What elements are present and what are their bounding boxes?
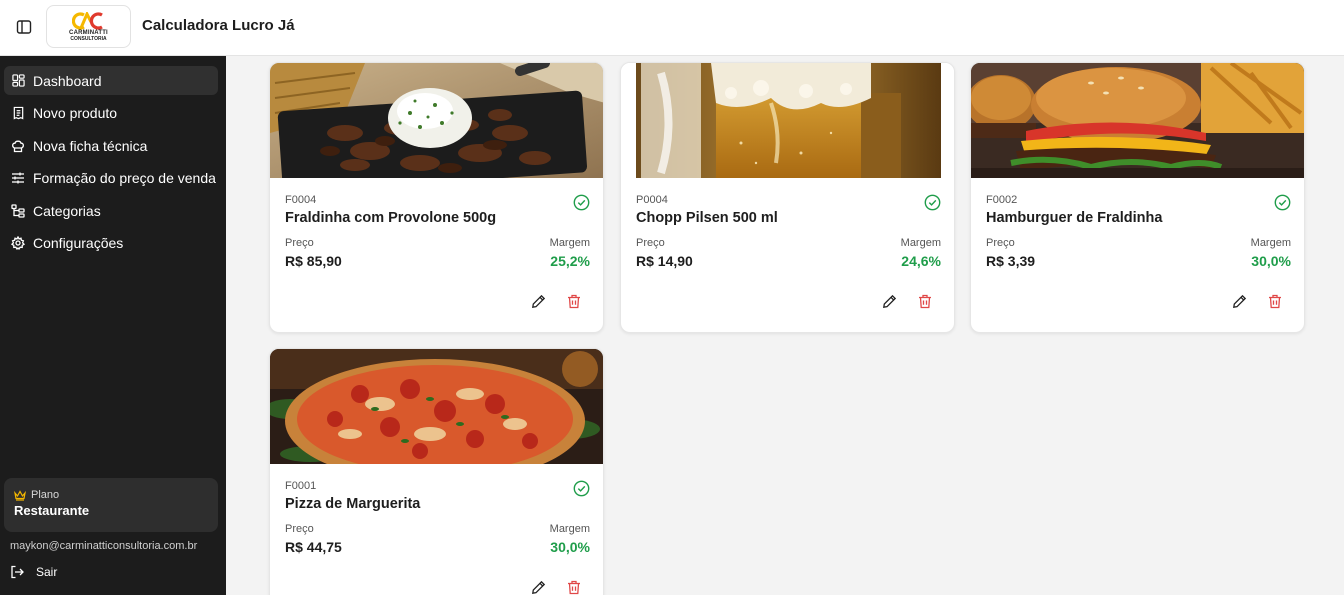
product-name: Fraldinha com Provolone 500g <box>285 210 497 226</box>
pencil-icon <box>882 294 896 308</box>
trash-icon <box>1269 294 1281 308</box>
product-image-hamburguer <box>971 63 1304 178</box>
product-image-chopp <box>621 63 954 178</box>
logout-icon <box>11 565 24 579</box>
product-code: F0002 <box>986 194 1018 206</box>
check-circle-icon <box>573 480 590 497</box>
product-card[interactable]: F0001 Pizza de Marguerita Preço R$ 44,75… <box>269 348 604 595</box>
pencil-icon <box>531 580 545 594</box>
product-code: F0001 <box>285 480 317 492</box>
sidebar-item-label: Configurações <box>33 235 124 251</box>
sidebar-nav: Dashboard Novo produto Nova ficha técnic… <box>4 66 218 261</box>
brand-logo[interactable]: CARMINATTI CONSULTORIA <box>46 5 131 48</box>
chef-hat-icon <box>11 139 25 153</box>
user-email: maykon@carminatticonsultoria.com.br <box>10 540 198 552</box>
logo-subtext: CONSULTORIA <box>70 35 107 42</box>
product-image-pizza <box>270 349 603 464</box>
pencil-icon <box>531 294 545 308</box>
price-label: Preço <box>285 237 314 249</box>
margin-value: 25,2% <box>550 253 590 269</box>
logo-mark-icon <box>71 11 103 30</box>
sidebar-item-label: Categorias <box>33 202 101 219</box>
price-value: R$ 3,39 <box>986 253 1036 269</box>
trash-icon <box>568 294 580 308</box>
pencil-icon <box>1232 294 1246 308</box>
check-circle-icon <box>1274 194 1291 211</box>
price-label: Preço <box>986 237 1015 249</box>
margin-value: 24,6% <box>901 253 941 269</box>
product-code: P0004 <box>636 194 668 206</box>
price-label: Preço <box>285 523 314 535</box>
logout-label: Sair <box>36 565 58 579</box>
sidebar-item-nova-ficha-tecnica[interactable]: Nova ficha técnica <box>4 131 218 160</box>
check-circle-icon <box>924 194 941 211</box>
margin-label: Margem <box>900 237 941 249</box>
edit-button[interactable] <box>529 292 547 310</box>
plan-label: Plano <box>31 489 60 501</box>
delete-button[interactable] <box>1266 292 1284 310</box>
trash-icon <box>568 580 580 594</box>
sidebar-item-configuracoes[interactable]: Configurações <box>4 229 218 258</box>
product-code: F0004 <box>285 194 317 206</box>
price-value: R$ 85,90 <box>285 253 342 269</box>
crown-icon <box>14 489 26 501</box>
product-name: Hamburguer de Fraldinha <box>986 210 1163 226</box>
tree-icon <box>11 203 25 218</box>
receipt-icon <box>11 106 25 120</box>
sidebar-toggle-icon <box>16 20 32 34</box>
sliders-icon <box>11 171 25 185</box>
product-card[interactable]: F0004 Fraldinha com Provolone 500g Preço… <box>269 62 604 333</box>
sidebar-item-dashboard[interactable]: Dashboard <box>4 66 218 95</box>
price-value: R$ 44,75 <box>285 539 342 555</box>
margin-value: 30,0% <box>1251 253 1291 269</box>
delete-button[interactable] <box>916 292 934 310</box>
sidebar-toggle-button[interactable] <box>12 15 36 39</box>
price-value: R$ 14,90 <box>636 253 693 269</box>
trash-icon <box>919 294 931 308</box>
margin-value: 30,0% <box>550 539 590 555</box>
sidebar-item-label: Dashboard <box>33 72 102 89</box>
edit-button[interactable] <box>529 578 547 595</box>
sidebar: Dashboard Novo produto Nova ficha técnic… <box>0 56 226 595</box>
edit-button[interactable] <box>1230 292 1248 310</box>
sidebar-item-categorias[interactable]: Categorias <box>4 196 218 225</box>
sidebar-item-formacao-preco[interactable]: Formação do preço de venda <box>4 164 218 193</box>
delete-button[interactable] <box>565 578 583 595</box>
top-header: CARMINATTI CONSULTORIA Calculadora Lucro… <box>0 0 1344 56</box>
app-title: Calculadora Lucro Já <box>142 17 295 34</box>
sidebar-item-label: Novo produto <box>33 105 118 121</box>
product-card[interactable]: F0002 Hamburguer de Fraldinha Preço R$ 3… <box>970 62 1305 333</box>
product-card[interactable]: P0004 Chopp Pilsen 500 ml Preço R$ 14,90… <box>620 62 955 333</box>
sidebar-item-label: Formação do preço de venda <box>33 170 216 186</box>
product-grid: F0004 Fraldinha com Provolone 500g Preço… <box>226 56 1344 595</box>
check-circle-icon <box>573 194 590 211</box>
logout-button[interactable]: Sair <box>10 565 57 579</box>
product-name: Chopp Pilsen 500 ml <box>636 210 778 226</box>
edit-button[interactable] <box>880 292 898 310</box>
product-image-fraldinha <box>270 63 603 178</box>
sidebar-item-novo-produto[interactable]: Novo produto <box>4 99 218 128</box>
product-name: Pizza de Marguerita <box>285 496 421 512</box>
plan-badge: Plano Restaurante <box>4 478 218 532</box>
sidebar-item-label: Nova ficha técnica <box>33 137 148 154</box>
margin-label: Margem <box>549 523 590 535</box>
plan-name: Restaurante <box>14 503 90 518</box>
gear-icon <box>11 236 25 250</box>
price-label: Preço <box>636 237 665 249</box>
dashboard-icon <box>11 74 25 88</box>
delete-button[interactable] <box>565 292 583 310</box>
margin-label: Margem <box>1250 237 1291 249</box>
margin-label: Margem <box>549 237 590 249</box>
